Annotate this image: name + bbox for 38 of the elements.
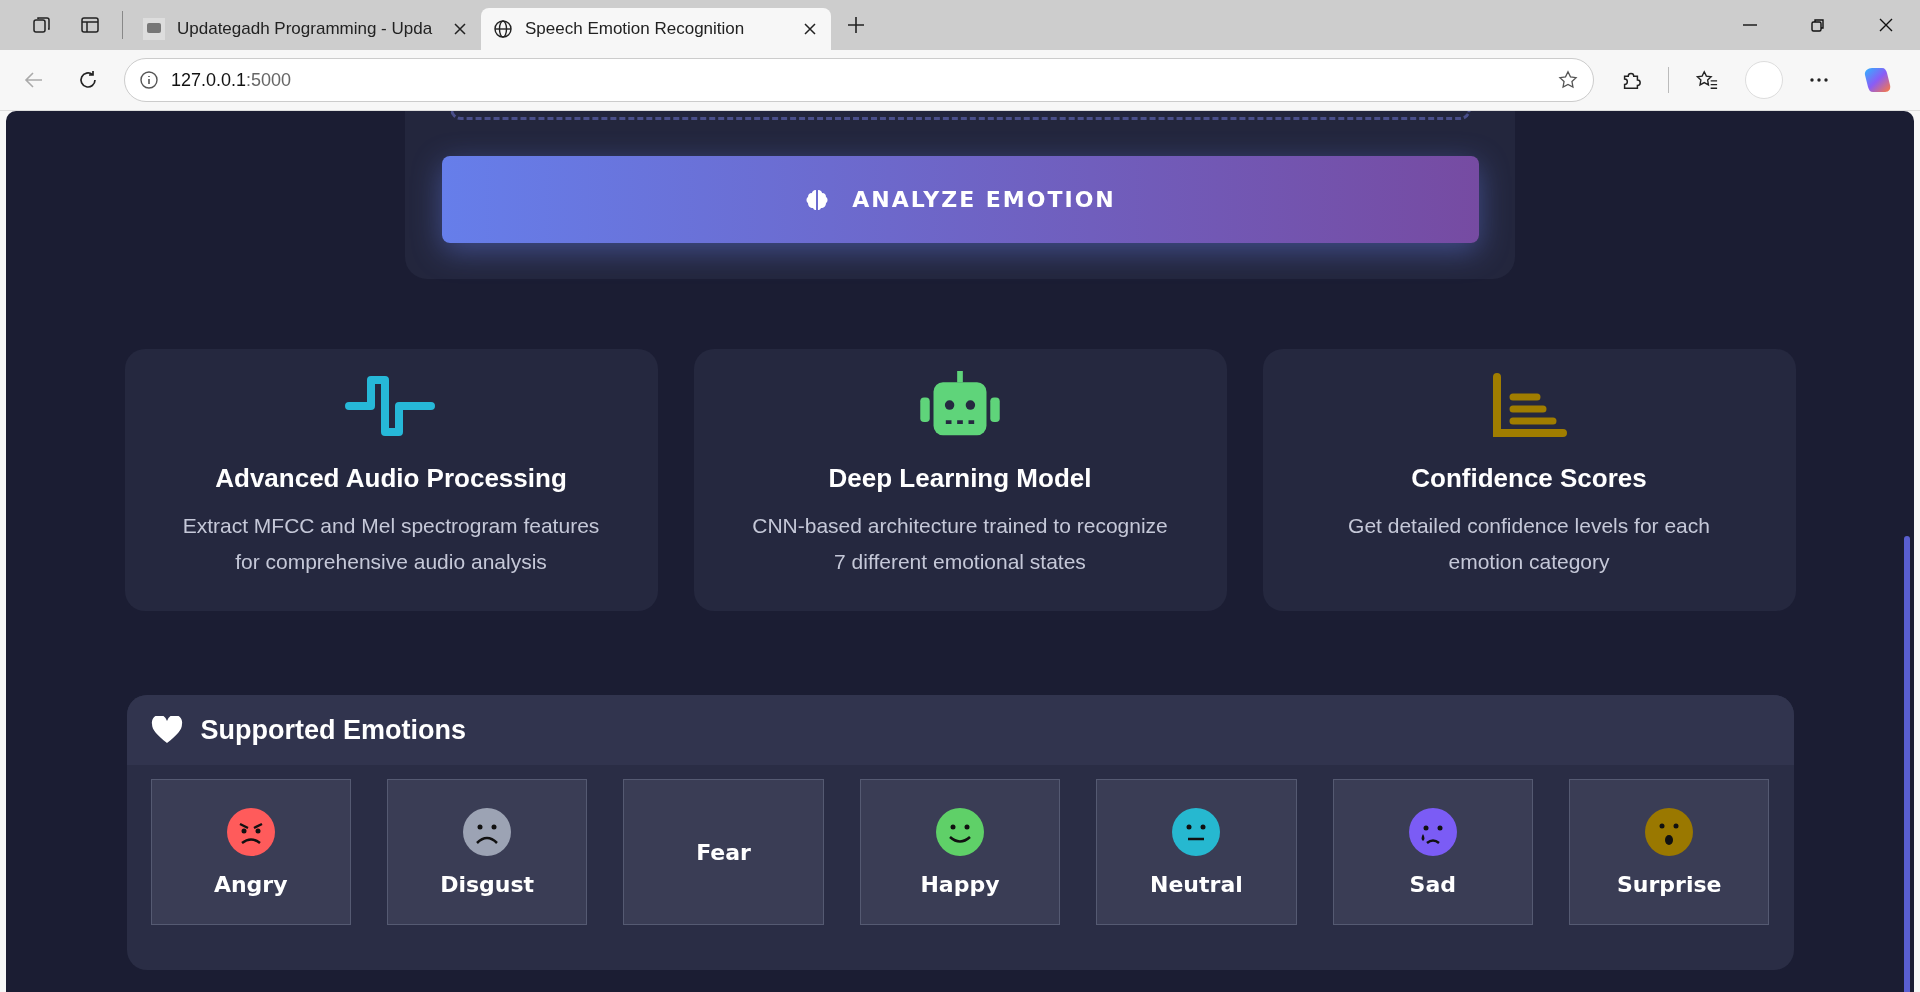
close-icon[interactable] — [803, 22, 817, 36]
copilot-icon[interactable] — [1863, 65, 1893, 95]
address-field[interactable]: 127.0.0.1:5000 — [124, 58, 1594, 102]
analyze-button[interactable]: ANALYZE EMOTION — [441, 156, 1479, 243]
new-tab-icon[interactable] — [847, 16, 865, 34]
emotion-label: Angry — [213, 871, 288, 897]
emoji-face-icon — [463, 807, 512, 856]
feature-title: Advanced Audio Processing — [215, 463, 567, 494]
more-menu-icon[interactable] — [1809, 77, 1829, 83]
feature-title: Confidence Scores — [1411, 463, 1647, 494]
restore-icon[interactable] — [1810, 17, 1826, 33]
browser-tab[interactable]: Updategadh Programming - Upda — [131, 8, 481, 50]
emoji-face-icon — [935, 807, 984, 856]
feature-description: CNN-based architecture trained to recognize 7 different emotional states — [751, 513, 1169, 575]
info-icon — [139, 70, 159, 90]
emoji-face-icon — [1172, 807, 1221, 856]
panel-title: Supported Emotions — [200, 714, 466, 746]
feature-title: Deep Learning Model — [828, 463, 1092, 494]
close-icon[interactable] — [453, 22, 467, 36]
favorite-star-icon[interactable] — [1557, 69, 1579, 91]
site-logo-icon — [143, 18, 165, 40]
emotion-label: Sad — [1409, 871, 1457, 897]
emoji-face-icon — [1408, 807, 1457, 856]
feature-description: Extract MFCC and Mel spectrogram features for comprehensive audio analysis — [181, 513, 601, 575]
favorites-list-icon[interactable] — [1695, 69, 1719, 91]
feature-description: Get detailed confidence levels for each emotion category — [1347, 513, 1711, 575]
emotion-label: Happy — [920, 871, 1000, 897]
emoji-face-icon — [226, 807, 275, 856]
emotion-label: Disgust — [440, 871, 535, 897]
emotion-label: Neutral — [1150, 871, 1243, 897]
emotion-label: Surprise — [1617, 871, 1722, 897]
heart-icon — [150, 716, 183, 744]
emoji-face-icon — [1645, 807, 1694, 856]
globe-icon — [493, 19, 513, 39]
emotion-label: Fear — [696, 839, 751, 865]
scrollbar-thumb[interactable] — [1904, 536, 1910, 992]
close-icon[interactable] — [1878, 17, 1894, 33]
browser-tab[interactable]: Speech Emotion Recognition — [481, 8, 831, 50]
